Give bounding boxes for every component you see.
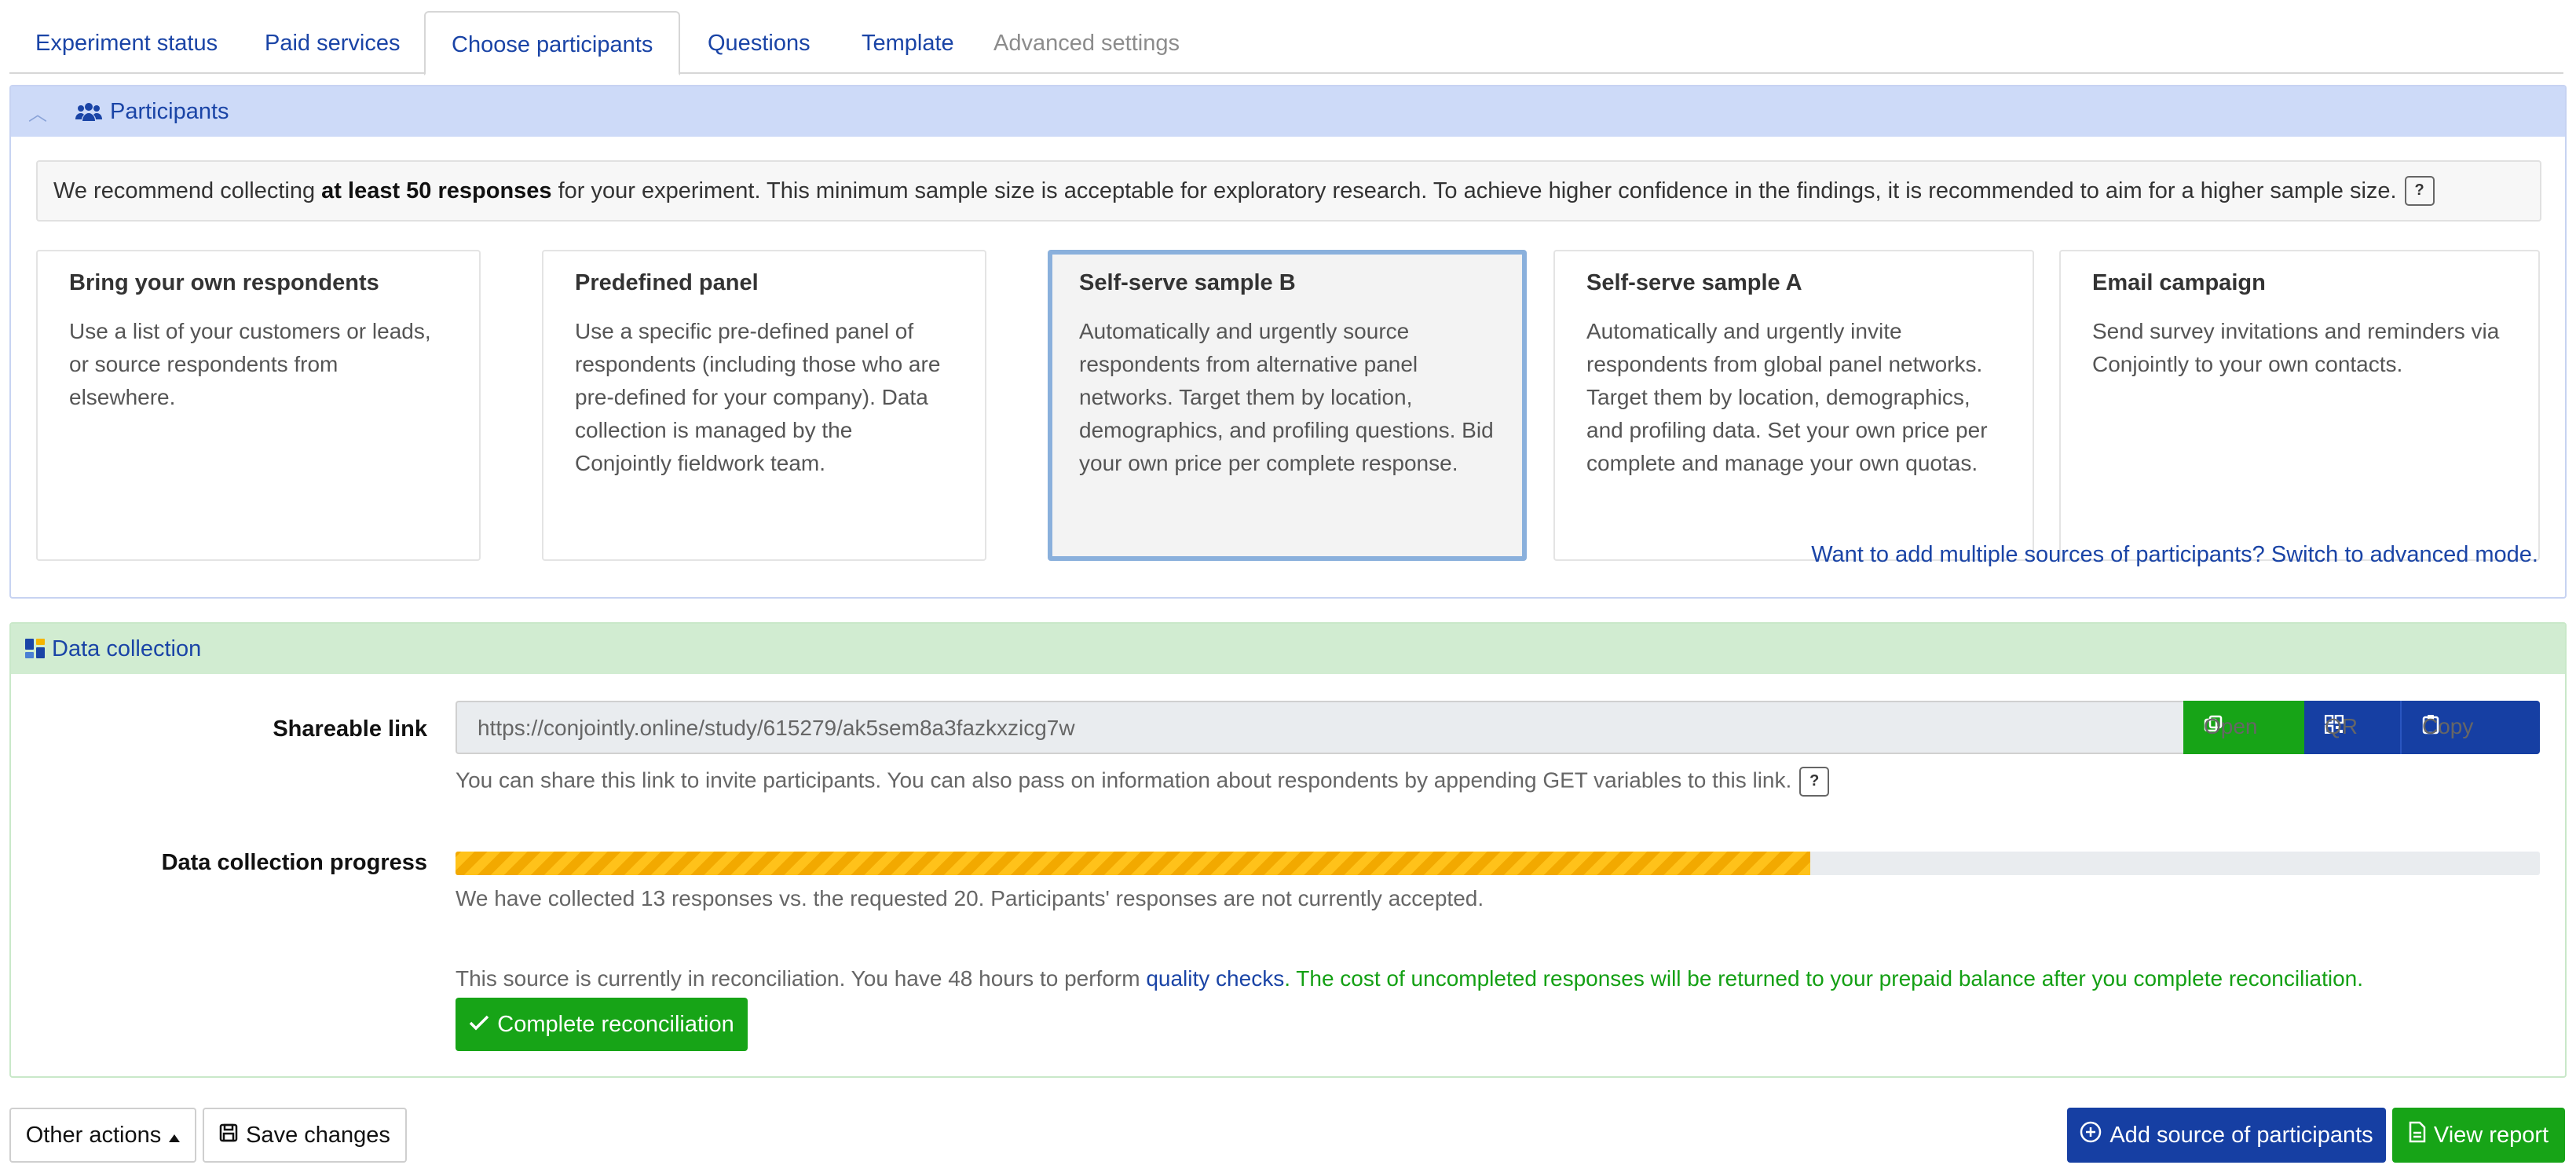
progress-fill	[456, 852, 1811, 875]
view-report-button[interactable]: View report	[2392, 1108, 2565, 1163]
option-description: Automatically and urgently source respon…	[1079, 319, 1494, 475]
option-title: Predefined panel	[575, 270, 759, 295]
progress-text: We have collected 13 responses vs. the r…	[456, 886, 1484, 910]
data-collection-title: Data collection	[52, 636, 202, 661]
option-self-serve-b[interactable]: Self-serve sample B Automatically and ur…	[1048, 250, 1527, 561]
add-source-button[interactable]: Add source of participants	[2067, 1108, 2386, 1163]
option-predefined-panel[interactable]: Predefined panel Use a specific pre-defi…	[542, 250, 986, 561]
recon-before: This source is currently in reconciliati…	[456, 966, 1147, 991]
chevron-up-icon[interactable]: ︿	[28, 98, 52, 126]
option-title: Self-serve sample B	[1079, 270, 1296, 295]
copy-button[interactable]: Copy	[2402, 701, 2540, 754]
data-collection-header[interactable]: Data collection	[11, 624, 2565, 674]
quality-checks-link[interactable]: quality checks	[1146, 966, 1284, 991]
qr-label: QR	[2325, 714, 2358, 738]
option-title: Self-serve sample A	[1586, 270, 1802, 295]
complete-reconciliation-button[interactable]: Complete reconciliation	[456, 998, 748, 1051]
tab-choose-participants[interactable]: Choose participants	[424, 11, 681, 75]
data-collection-panel: Data collection Shareable link https://c…	[9, 622, 2567, 1078]
option-description: Send survey invitations and reminders vi…	[2092, 319, 2500, 376]
option-title: Bring your own respondents	[69, 270, 379, 295]
complete-label: Complete reconciliation	[497, 1011, 734, 1037]
participants-header[interactable]: ︿ Participants	[11, 86, 2565, 137]
check-icon	[469, 1012, 489, 1038]
recon-after: . The cost of uncompleted responses will…	[1284, 966, 2364, 991]
tab-questions[interactable]: Questions	[682, 11, 836, 72]
notice-bold: at least 50 responses	[321, 178, 552, 203]
tab-advanced-settings: Advanced settings	[993, 31, 1180, 56]
option-self-serve-a[interactable]: Self-serve sample A Automatically and ur…	[1553, 250, 2034, 561]
save-changes-label: Save changes	[246, 1122, 390, 1148]
option-email-campaign[interactable]: Email campaign Send survey invitations a…	[2059, 250, 2540, 561]
share-help-text: You can share this link to invite partic…	[456, 767, 1830, 797]
other-actions-label: Other actions	[25, 1122, 162, 1148]
caret-up-icon	[169, 1123, 181, 1149]
option-description: Use a list of your customers or leads, o…	[69, 319, 431, 409]
shareable-link-field[interactable]: https://conjointly.online/study/615279/a…	[456, 701, 2540, 754]
document-icon	[2409, 1121, 2426, 1149]
other-actions-button[interactable]: Other actions	[9, 1108, 196, 1163]
participants-title: Participants	[110, 98, 229, 124]
notice-after: for your experiment. This minimum sample…	[551, 178, 2397, 203]
reconciliation-text: This source is currently in reconciliati…	[456, 966, 2363, 991]
qr-button[interactable]: QR	[2304, 701, 2402, 754]
notice-before: We recommend collecting	[53, 178, 322, 203]
add-source-label: Add source of participants	[2109, 1122, 2373, 1148]
help-icon[interactable]: ?	[2404, 176, 2435, 206]
tab-experiment-status[interactable]: Experiment status	[9, 11, 243, 72]
shareable-link-label: Shareable link	[273, 716, 427, 742]
option-description: Use a specific pre-defined panel of resp…	[575, 319, 941, 475]
tab-bar: Experiment status Paid services Choose p…	[9, 11, 2563, 75]
tab-paid-services[interactable]: Paid services	[239, 11, 426, 72]
view-report-label: View report	[2433, 1122, 2549, 1148]
plus-circle-icon	[2080, 1121, 2102, 1149]
option-bring-your-own[interactable]: Bring your own respondents Use a list of…	[36, 250, 481, 561]
share-help: You can share this link to invite partic…	[456, 768, 1792, 793]
share-help-icon[interactable]: ?	[1799, 767, 1830, 797]
option-title: Email campaign	[2092, 270, 2266, 295]
tab-template[interactable]: Template	[836, 11, 980, 72]
sample-size-notice: We recommend collecting at least 50 resp…	[36, 160, 2541, 222]
save-changes-button[interactable]: Save changes	[203, 1108, 407, 1163]
option-description: Automatically and urgently invite respon…	[1586, 319, 1988, 475]
participants-panel: ︿ Participants We recommend collecting a…	[9, 85, 2567, 599]
copy-label: Copy	[2422, 714, 2474, 738]
shareable-link-value[interactable]: https://conjointly.online/study/615279/a…	[478, 716, 1075, 741]
notice-text: We recommend collecting at least 50 resp…	[38, 178, 2397, 204]
users-icon	[75, 101, 102, 123]
advanced-mode-link[interactable]: Want to add multiple sources of particip…	[1811, 542, 2538, 568]
progress-label: Data collection progress	[161, 850, 427, 875]
progress-bar	[456, 852, 2540, 875]
dashboard-icon	[25, 639, 46, 659]
open-label: Open	[2204, 714, 2258, 738]
save-icon	[219, 1123, 238, 1149]
open-button[interactable]: Open	[2183, 701, 2304, 754]
